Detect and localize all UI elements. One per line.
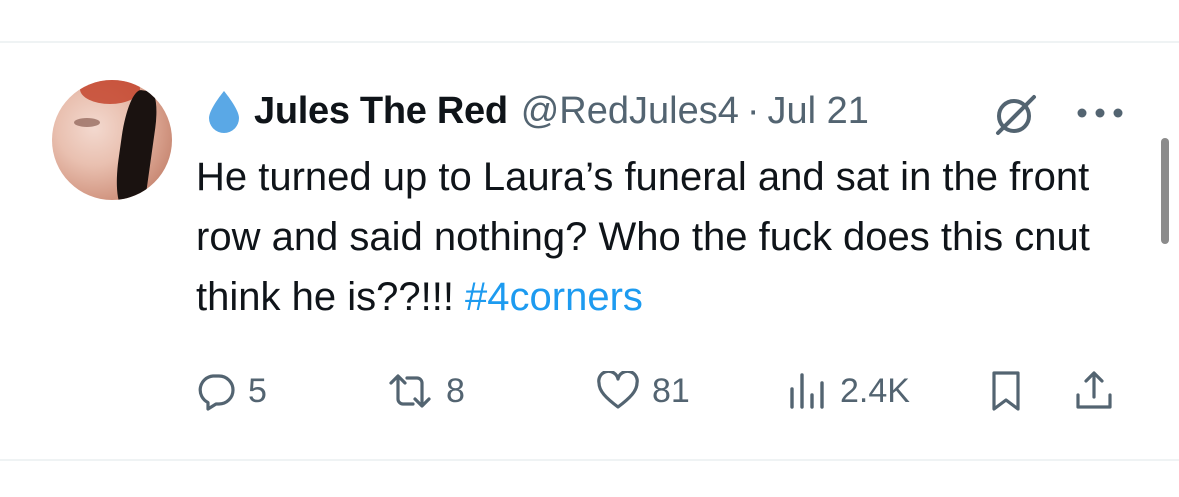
views-button[interactable]: 2.4K	[786, 367, 910, 415]
reply-count: 5	[248, 371, 267, 410]
avatar[interactable]	[52, 80, 172, 200]
separator-dot: ·	[746, 89, 760, 132]
grok-icon[interactable]	[990, 91, 1042, 139]
share-icon	[1076, 371, 1112, 409]
tweet-text: He turned up to Laura’s funeral and sat …	[196, 147, 1136, 327]
bottom-divider	[0, 459, 1179, 461]
share-button[interactable]	[1072, 367, 1116, 415]
bookmark-icon	[992, 371, 1020, 411]
action-bar: 5 8 81 2.4K	[196, 367, 1136, 415]
repost-icon	[389, 374, 431, 408]
reply-icon	[198, 374, 235, 411]
display-name[interactable]: Jules The Red	[254, 90, 508, 133]
like-button[interactable]: 81	[596, 367, 690, 415]
more-icon[interactable]	[1072, 98, 1128, 128]
hashtag-link[interactable]: #4corners	[465, 275, 643, 319]
repost-button[interactable]: 8	[386, 367, 465, 415]
views-icon	[790, 373, 824, 409]
reply-button[interactable]: 5	[196, 367, 267, 415]
heart-icon	[597, 371, 639, 409]
views-count: 2.4K	[840, 371, 910, 410]
like-count: 81	[652, 371, 690, 410]
tweet-date[interactable]: Jul 21	[768, 90, 869, 133]
water-drop-icon	[206, 89, 242, 133]
user-handle[interactable]: @RedJules4	[521, 90, 739, 133]
tweet-header: Jules The Red @RedJules4 · Jul 21	[206, 89, 869, 133]
tweet[interactable]: Jules The Red @RedJules4 · Jul 21 He tur…	[0, 43, 1179, 459]
repost-count: 8	[446, 371, 465, 410]
bookmark-button[interactable]	[986, 367, 1026, 415]
tweet-body: He turned up to Laura’s funeral and sat …	[196, 155, 1090, 319]
scrollbar[interactable]	[1161, 138, 1169, 244]
